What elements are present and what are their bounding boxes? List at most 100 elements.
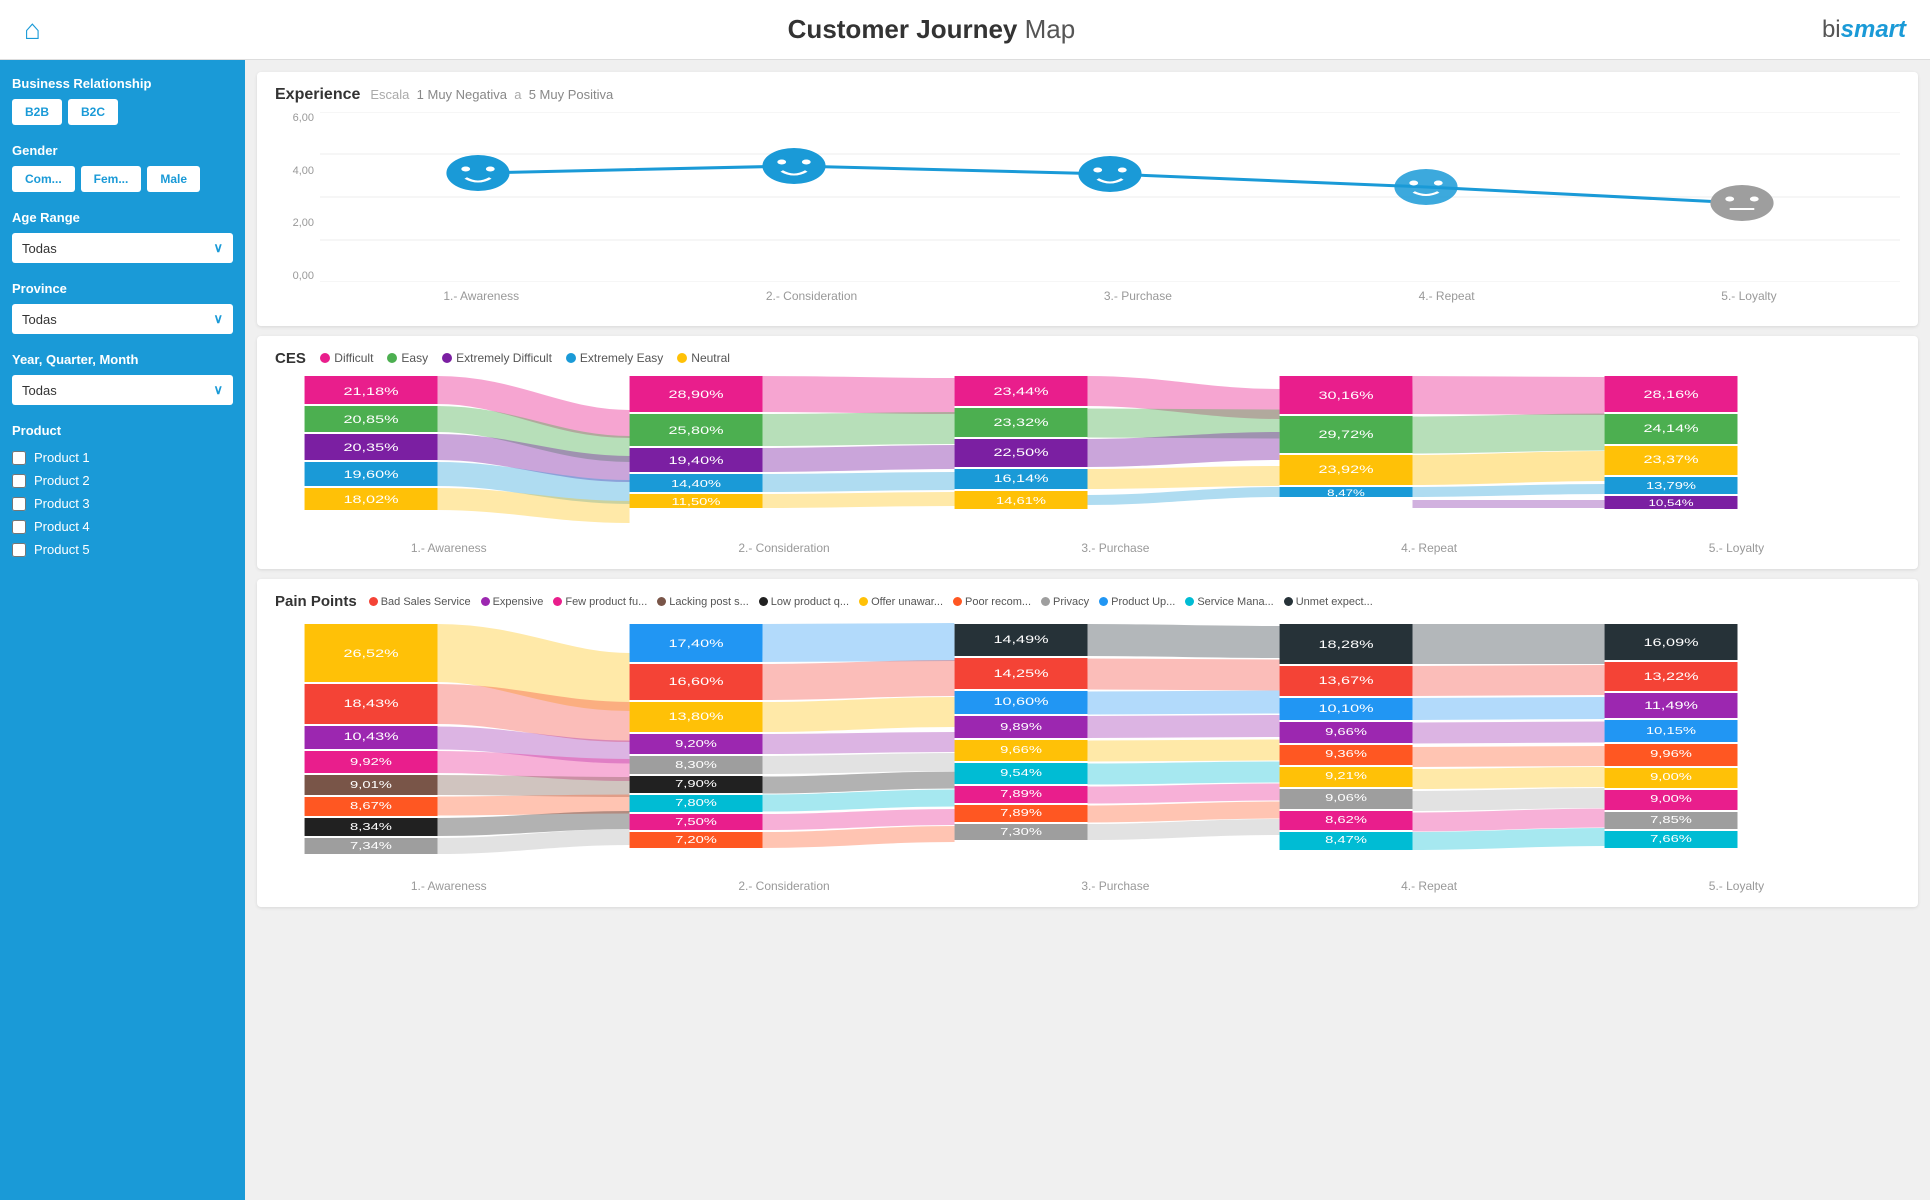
svg-text:16,60%: 16,60% [668,675,723,688]
svg-text:7,89%: 7,89% [1000,807,1042,818]
svg-text:9,92%: 9,92% [350,756,392,767]
ces-sankey: 21,18% 20,85% 20,35% 19,60% 18,02% [275,374,1900,555]
poor-recom-dot [953,597,962,606]
product-list: Product 1 Product 2 Product 3 Product 4 … [12,446,233,561]
svg-text:19,40%: 19,40% [668,454,723,467]
y-axis: 6,00 4,00 2,00 0,00 [275,112,320,312]
age-range-filter: Age Range Todas ∨ [12,210,233,263]
ces-card: CES Difficult Easy Extremely Difficult [257,336,1918,569]
svg-text:10,54%: 10,54% [1648,499,1693,509]
combined-button[interactable]: Com... [12,166,75,192]
svg-text:9,06%: 9,06% [1325,792,1367,803]
male-button[interactable]: Male [147,166,200,192]
svg-text:30,16%: 30,16% [1318,389,1373,402]
app-header: ⌂ Customer Journey Map bismart [0,0,1930,60]
year-quarter-select[interactable]: Todas ∨ [12,375,233,405]
svg-text:9,00%: 9,00% [1650,793,1692,804]
svg-text:17,40%: 17,40% [668,637,723,650]
low-product-legend: Low product q... [759,596,849,608]
poor-recom-legend: Poor recom... [953,596,1031,608]
svg-text:9,66%: 9,66% [1325,726,1367,737]
svg-text:26,52%: 26,52% [343,647,398,660]
svg-text:14,49%: 14,49% [993,633,1048,646]
unmet-dot [1284,597,1293,606]
few-product-legend: Few product fu... [553,596,647,608]
svg-text:7,20%: 7,20% [675,834,717,845]
svg-text:13,80%: 13,80% [668,710,723,723]
extremely-easy-legend: Extremely Easy [566,351,663,365]
product-4-checkbox[interactable] [12,520,26,534]
pain-legend: Bad Sales Service Expensive Few product … [369,596,1373,608]
expensive-dot [481,597,490,606]
svg-text:11,50%: 11,50% [672,496,721,507]
svg-text:16,09%: 16,09% [1643,636,1698,649]
difficult-dot [320,353,330,363]
svg-text:10,10%: 10,10% [1318,702,1373,715]
pain-sankey: 26,52% 18,43% 10,43% 9,92% 9,01% 8,67% 8… [275,622,1900,893]
sidebar: Business Relationship B2B B2C Gender Com… [0,60,245,1200]
svg-text:9,96%: 9,96% [1650,748,1692,759]
age-range-select[interactable]: Todas ∨ [12,233,233,263]
svg-text:7,30%: 7,30% [1000,826,1042,837]
svg-text:10,15%: 10,15% [1646,725,1696,736]
gender-filter: Gender Com... Fem... Male [12,143,233,192]
easy-dot [387,353,397,363]
svg-text:8,47%: 8,47% [1327,489,1365,499]
svg-text:29,72%: 29,72% [1318,428,1373,441]
lacking-post-dot [657,597,666,606]
svg-text:7,89%: 7,89% [1000,788,1042,799]
svg-text:9,66%: 9,66% [1000,744,1042,755]
svg-text:18,43%: 18,43% [343,697,398,710]
svg-text:7,34%: 7,34% [350,840,392,851]
svg-text:20,85%: 20,85% [343,413,398,426]
b2b-button[interactable]: B2B [12,99,62,125]
female-button[interactable]: Fem... [81,166,142,192]
service-mana-dot [1185,597,1194,606]
province-filter: Province Todas ∨ [12,281,233,334]
ces-svg: 21,18% 20,85% 20,35% 19,60% 18,02% [275,374,1900,534]
pain-x-axis: 1.- Awareness 2.- Consideration 3.- Purc… [275,879,1900,893]
extremely-difficult-dot [442,353,452,363]
year-quarter-month-filter: Year, Quarter, Month Todas ∨ [12,352,233,405]
province-select[interactable]: Todas ∨ [12,304,233,334]
x-axis-labels: 1.- Awareness 2.- Consideration 3.- Purc… [320,289,1900,303]
svg-text:25,80%: 25,80% [668,424,723,437]
product-5-item[interactable]: Product 5 [12,538,233,561]
product-3-checkbox[interactable] [12,497,26,511]
expensive-legend: Expensive [481,596,544,608]
easy-legend: Easy [387,351,428,365]
b2c-button[interactable]: B2C [68,99,118,125]
bad-sales-legend: Bad Sales Service [369,596,471,608]
svg-text:9,00%: 9,00% [1650,771,1692,782]
svg-text:9,89%: 9,89% [1000,721,1042,732]
svg-text:21,18%: 21,18% [343,385,398,398]
neutral-dot [677,353,687,363]
svg-text:13,22%: 13,22% [1643,670,1698,683]
svg-text:23,32%: 23,32% [993,416,1048,429]
svg-text:14,61%: 14,61% [996,495,1046,506]
offer-legend: Offer unawar... [859,596,943,608]
svg-text:11,49%: 11,49% [1644,699,1698,712]
product-1-checkbox[interactable] [12,451,26,465]
svg-text:8,62%: 8,62% [1325,814,1367,825]
product-2-item[interactable]: Product 2 [12,469,233,492]
product-3-item[interactable]: Product 3 [12,492,233,515]
pain-points-header: Pain Points Bad Sales Service Expensive … [275,593,1900,616]
year-quarter-chevron: ∨ [213,382,223,398]
svg-text:7,66%: 7,66% [1650,833,1692,844]
unmet-legend: Unmet expect... [1284,596,1373,608]
bad-sales-dot [369,597,378,606]
offer-dot [859,597,868,606]
svg-text:8,30%: 8,30% [675,759,717,770]
svg-text:8,67%: 8,67% [350,800,392,811]
product-4-item[interactable]: Product 4 [12,515,233,538]
product-1-item[interactable]: Product 1 [12,446,233,469]
svg-text:9,20%: 9,20% [675,738,717,749]
svg-text:7,80%: 7,80% [675,797,717,808]
extremely-difficult-legend: Extremely Difficult [442,351,552,365]
svg-text:18,02%: 18,02% [343,493,398,506]
product-2-checkbox[interactable] [12,474,26,488]
svg-text:28,16%: 28,16% [1643,388,1698,401]
product-5-checkbox[interactable] [12,543,26,557]
home-icon[interactable]: ⌂ [24,14,41,46]
